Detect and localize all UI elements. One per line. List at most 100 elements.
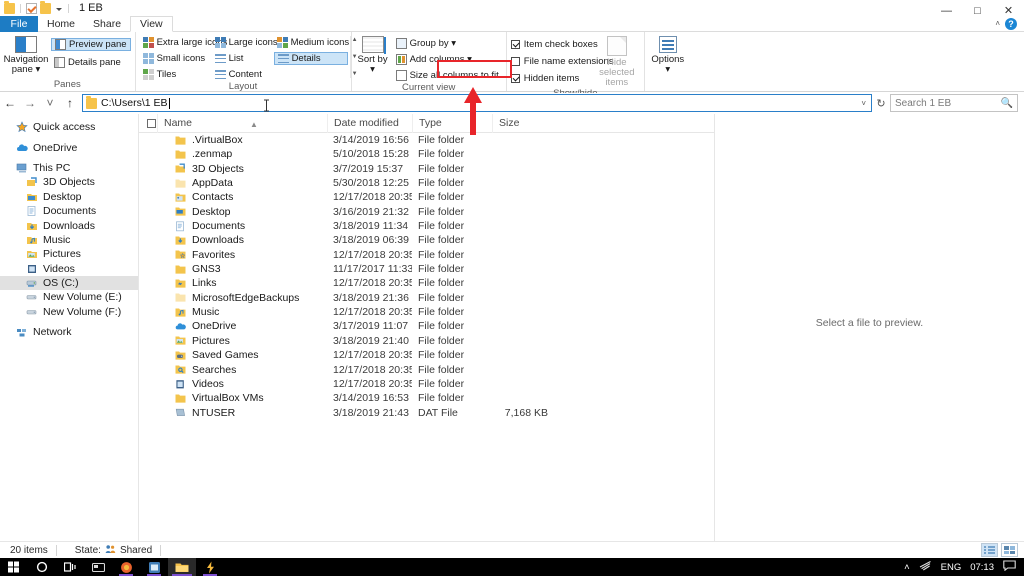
view-content[interactable]: Content bbox=[212, 68, 274, 81]
sidebar-item-this-pc[interactable]: This PC bbox=[0, 161, 138, 175]
table-row[interactable]: Favorites12/17/2018 20:35File folder bbox=[139, 248, 714, 262]
table-row[interactable]: Downloads3/18/2019 06:39File folder bbox=[139, 233, 714, 247]
clock[interactable]: 07:13 bbox=[970, 562, 994, 573]
tab-home[interactable]: Home bbox=[38, 16, 84, 32]
details-pane-toggle[interactable]: Details pane bbox=[51, 56, 131, 69]
table-row[interactable]: Desktop3/16/2019 21:32File folder bbox=[139, 205, 714, 219]
row-checkbox[interactable] bbox=[139, 133, 157, 147]
show-hidden-icons-button[interactable]: ˄ bbox=[904, 562, 910, 573]
properties-icon[interactable] bbox=[26, 3, 37, 14]
table-row[interactable]: NTUSER3/18/2019 21:43DAT File7,168 KB bbox=[139, 406, 714, 420]
tab-file[interactable]: File bbox=[0, 16, 38, 32]
row-checkbox[interactable] bbox=[139, 391, 157, 405]
sidebar-item-videos[interactable]: Videos bbox=[0, 262, 138, 276]
up-button[interactable]: ↑ bbox=[60, 94, 80, 112]
table-row[interactable]: AppData5/30/2018 12:25File folder bbox=[139, 176, 714, 190]
sidebar-item-3d-objects[interactable]: 3D Objects bbox=[0, 175, 138, 189]
group-by-button[interactable]: Group by ▾ bbox=[393, 37, 502, 50]
sidebar-item-quick-access[interactable]: Quick access bbox=[0, 120, 138, 134]
hide-selected-items-button[interactable]: Hide selected items bbox=[594, 34, 640, 88]
table-row[interactable]: GNS311/17/2017 11:33File folder bbox=[139, 262, 714, 276]
row-checkbox[interactable] bbox=[139, 147, 157, 161]
table-row[interactable]: Searches12/17/2018 20:35File folder bbox=[139, 363, 714, 377]
table-row[interactable]: .zenmap5/10/2018 15:28File folder bbox=[139, 147, 714, 161]
table-row[interactable]: OneDrive3/17/2019 11:07File folder bbox=[139, 319, 714, 333]
view-details[interactable]: Details bbox=[274, 52, 348, 65]
file-name-extensions-checkbox[interactable]: File name extensions bbox=[511, 55, 591, 68]
sidebar-item-onedrive[interactable]: OneDrive bbox=[0, 140, 138, 154]
firefox-button[interactable] bbox=[112, 558, 140, 576]
row-checkbox[interactable] bbox=[139, 219, 157, 233]
table-row[interactable]: Videos12/17/2018 20:35File folder bbox=[139, 377, 714, 391]
sidebar-item-downloads[interactable]: Downloads bbox=[0, 218, 138, 232]
view-large-icons[interactable]: Large icons bbox=[212, 36, 274, 49]
forward-button[interactable]: → bbox=[20, 94, 40, 112]
sidebar-item-documents[interactable]: Documents bbox=[0, 204, 138, 218]
table-row[interactable]: Saved Games12/17/2018 20:35File folder bbox=[139, 348, 714, 362]
search-input[interactable]: Search 1 EB 🔍 bbox=[890, 94, 1018, 112]
row-checkbox[interactable] bbox=[139, 233, 157, 247]
details-view-button[interactable] bbox=[981, 543, 998, 557]
recent-locations-button[interactable]: ˅ bbox=[40, 94, 60, 112]
table-row[interactable]: Contacts12/17/2018 20:35File folder bbox=[139, 190, 714, 204]
row-checkbox[interactable] bbox=[139, 162, 157, 176]
customize-dropdown-icon[interactable] bbox=[54, 4, 63, 13]
sidebar-item-network[interactable]: Network bbox=[0, 325, 138, 339]
help-icon[interactable]: ? bbox=[1005, 18, 1017, 30]
row-checkbox[interactable] bbox=[139, 319, 157, 333]
navigation-pane-button[interactable]: Navigation pane ▾ bbox=[4, 34, 48, 75]
wifi-icon[interactable] bbox=[919, 560, 932, 574]
table-row[interactable]: Documents3/18/2019 11:34File folder bbox=[139, 219, 714, 233]
tab-view[interactable]: View bbox=[130, 16, 173, 32]
row-checkbox[interactable] bbox=[139, 377, 157, 391]
chevron-down-icon[interactable]: ˅ bbox=[861, 99, 868, 108]
back-button[interactable]: ← bbox=[0, 94, 20, 112]
sidebar-item-pictures[interactable]: Pictures bbox=[0, 247, 138, 261]
row-checkbox[interactable] bbox=[139, 262, 157, 276]
chevron-up-icon[interactable]: ˄ bbox=[995, 19, 1000, 28]
column-header-size[interactable]: Size bbox=[492, 114, 562, 133]
view-medium-icons[interactable]: Medium icons bbox=[274, 36, 348, 49]
item-check-boxes-checkbox[interactable]: Item check boxes bbox=[511, 38, 591, 51]
column-header-type[interactable]: Type bbox=[412, 114, 492, 133]
table-row[interactable]: Music12/17/2018 20:35File folder bbox=[139, 305, 714, 319]
refresh-button[interactable]: ↻ bbox=[872, 94, 890, 112]
add-columns-button[interactable]: Add columns ▾ bbox=[393, 53, 502, 66]
select-all-checkbox[interactable] bbox=[139, 114, 157, 133]
large-icons-view-button[interactable] bbox=[1001, 543, 1018, 557]
start-button[interactable] bbox=[0, 558, 28, 576]
sidebar-item-new-volume-f[interactable]: New Volume (F:) bbox=[0, 305, 138, 319]
size-all-columns-button[interactable]: Size all columns to fit bbox=[393, 69, 502, 82]
column-header-name[interactable]: Name ▲ bbox=[157, 114, 327, 133]
row-checkbox[interactable] bbox=[139, 334, 157, 348]
store-button[interactable] bbox=[84, 558, 112, 576]
table-row[interactable]: Links12/17/2018 20:35File folder bbox=[139, 276, 714, 290]
row-checkbox[interactable] bbox=[139, 248, 157, 262]
new-folder-icon[interactable] bbox=[40, 3, 51, 14]
row-checkbox[interactable] bbox=[139, 205, 157, 219]
sidebar-item-new-volume-e[interactable]: New Volume (E:) bbox=[0, 290, 138, 304]
file-explorer-button[interactable] bbox=[168, 558, 196, 576]
preview-pane-toggle[interactable]: Preview pane bbox=[51, 38, 131, 51]
table-row[interactable]: VirtualBox VMs3/14/2019 16:53File folder bbox=[139, 391, 714, 405]
store-app-button[interactable] bbox=[140, 558, 168, 576]
view-list[interactable]: List bbox=[212, 52, 274, 65]
tab-share[interactable]: Share bbox=[84, 16, 130, 32]
row-checkbox[interactable] bbox=[139, 363, 157, 377]
row-checkbox[interactable] bbox=[139, 291, 157, 305]
row-checkbox[interactable] bbox=[139, 406, 157, 420]
language-indicator[interactable]: ENG bbox=[941, 562, 962, 573]
row-checkbox[interactable] bbox=[139, 176, 157, 190]
cortana-search-button[interactable] bbox=[28, 558, 56, 576]
row-checkbox[interactable] bbox=[139, 348, 157, 362]
sidebar-item-desktop[interactable]: Desktop bbox=[0, 190, 138, 204]
hidden-items-checkbox[interactable]: Hidden items bbox=[511, 72, 591, 85]
folder-icon[interactable] bbox=[4, 3, 15, 14]
options-button[interactable]: Options ▾ bbox=[649, 34, 687, 75]
view-tiles[interactable]: Tiles bbox=[140, 68, 212, 81]
action-center-icon[interactable] bbox=[1003, 560, 1016, 574]
lightning-app-button[interactable] bbox=[196, 558, 224, 576]
task-view-button[interactable] bbox=[56, 558, 84, 576]
view-small-icons[interactable]: Small icons bbox=[140, 52, 212, 65]
table-row[interactable]: MicrosoftEdgeBackups3/18/2019 21:36File … bbox=[139, 291, 714, 305]
